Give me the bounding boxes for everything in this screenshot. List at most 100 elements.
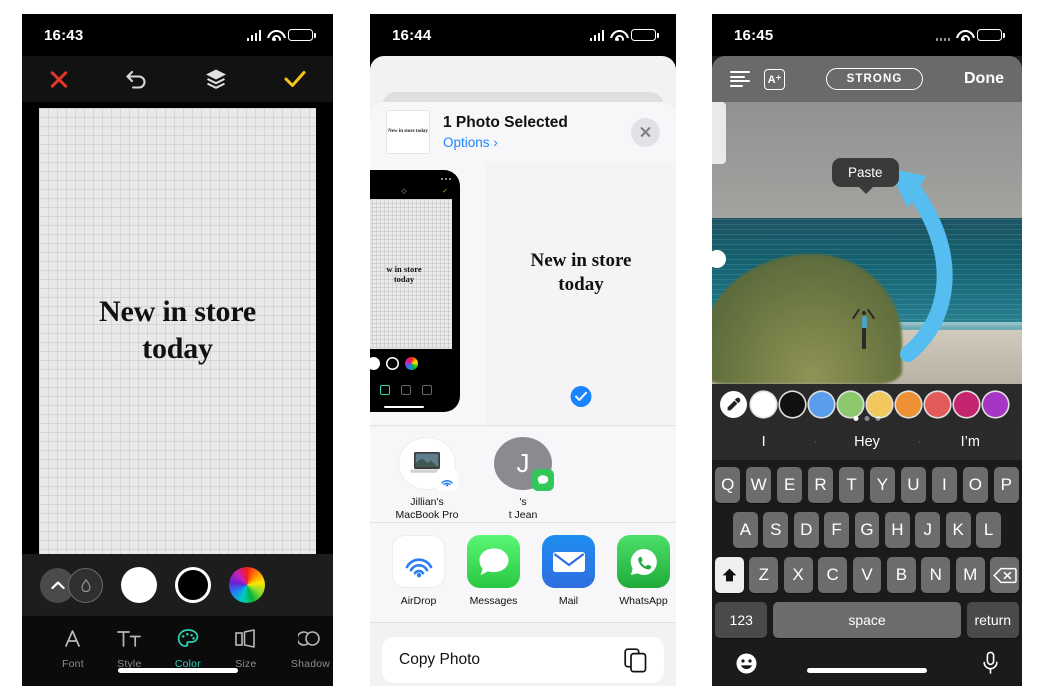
backspace-key[interactable] [990,557,1020,593]
space-key[interactable]: space [772,602,962,638]
prediction-2[interactable]: Hey [815,434,918,450]
key-F[interactable]: F [824,512,850,548]
color-swatch-white[interactable] [751,391,776,417]
close-icon [639,126,652,139]
key-L[interactable]: L [976,512,1002,548]
key-Q[interactable]: Q [714,467,741,503]
messages-badge-icon [532,468,554,491]
key-M[interactable]: M [955,557,985,593]
key-H[interactable]: H [884,512,910,548]
eyedropper-icon[interactable] [720,390,747,418]
design-canvas[interactable]: New in store today [39,108,316,554]
hamburger-icon[interactable] [730,71,750,87]
key-D[interactable]: D [793,512,819,548]
action-copy-photo[interactable]: Copy Photo [382,637,664,683]
color-swatch-orange[interactable] [896,391,921,417]
key-A[interactable]: A [733,512,758,548]
key-B[interactable]: B [886,557,916,593]
color-swatch-yellow[interactable] [867,391,892,417]
airdrop-badge-icon [436,468,458,491]
key-X[interactable]: X [783,557,813,593]
key-T[interactable]: T [838,467,865,503]
close-button[interactable] [48,68,70,90]
color-swatch-blue[interactable] [809,391,834,417]
key-S[interactable]: S [763,512,789,548]
wifi-icon [956,30,971,42]
thumbnail-text: New in store today [388,128,428,134]
prediction-3[interactable]: I’m [918,434,1022,450]
tab-color[interactable]: Color [175,626,201,670]
share-app-whatsapp[interactable]: WhatsApp [617,535,670,622]
key-N[interactable]: N [921,557,951,593]
key-C[interactable]: C [818,557,848,593]
predictive-text-bar: I Hey I’m [712,424,1022,460]
key-Z[interactable]: Z [749,557,779,593]
close-icon [48,68,70,90]
tab-style[interactable]: Style [116,626,142,670]
wifi-icon [267,30,282,42]
shift-key[interactable] [715,557,744,593]
key-O[interactable]: O [962,467,989,503]
emoji-key[interactable] [735,652,758,680]
mini-home-indicator [384,406,424,408]
key-Y[interactable]: Y [869,467,896,503]
tab-shadow[interactable]: Shadow [291,626,330,670]
key-W[interactable]: W [745,467,772,503]
return-key[interactable]: return [966,602,1019,638]
share-app-mail[interactable]: Mail [542,535,595,622]
key-J[interactable]: J [915,512,941,548]
color-swatch-black[interactable] [175,567,211,603]
opacity-button[interactable] [68,567,103,603]
mini-tab-bar [370,377,457,403]
share-options-link[interactable]: Options › [443,135,568,150]
key-P[interactable]: P [993,467,1020,503]
tab-font[interactable]: Font [62,626,84,670]
color-swatch-black[interactable] [780,391,805,417]
key-V[interactable]: V [852,557,882,593]
color-swatch-red[interactable] [925,391,950,417]
color-swatch-green[interactable] [838,391,863,417]
key-E[interactable]: E [776,467,803,503]
key-G[interactable]: G [854,512,880,548]
color-wheel-icon[interactable] [229,567,265,603]
done-button[interactable]: Done [964,70,1004,88]
close-share-sheet-button[interactable] [631,117,660,147]
color-swatch-white[interactable] [121,567,157,603]
color-expand-group[interactable] [40,567,103,603]
confirm-button[interactable] [283,68,307,90]
color-swatch-purple[interactable] [983,391,1008,417]
airdrop-contacts-row: Jillian's MacBook Pro J 's t Jean [370,427,676,523]
layers-button[interactable] [204,67,228,91]
key-R[interactable]: R [807,467,834,503]
prediction-1[interactable]: I [712,434,815,450]
text-size-icon[interactable]: A⁺ [764,68,785,90]
airdrop-target-contact[interactable]: J 's t Jean [488,437,558,522]
color-swatch-magenta[interactable] [954,391,979,417]
tab-size[interactable]: Size [234,626,258,670]
airdrop-target-macbook[interactable]: Jillian's MacBook Pro [392,437,462,522]
paste-tooltip[interactable]: Paste [832,158,899,194]
share-title: 1 Photo Selected [443,114,568,131]
canvas-text[interactable]: New in store today [99,294,256,367]
markup-screen: 16:45 A⁺ STRONG Done Paste I Hey I’m Q W… [712,14,1022,686]
editor-toolbar [22,56,333,102]
key-I[interactable]: I [931,467,958,503]
strength-toggle[interactable]: STRONG [825,68,924,90]
selected-photo-preview[interactable]: New in store today [486,162,676,425]
canvas-area[interactable]: New in store today [22,102,333,554]
app-label: WhatsApp [619,595,668,607]
previous-screenshot-thumbnail[interactable]: ↩◇✓ w in store today [370,170,460,412]
dictation-key[interactable] [982,651,999,680]
color-bar [22,554,333,616]
share-app-airdrop[interactable]: AirDrop [392,535,445,622]
key-K[interactable]: K [945,512,971,548]
numbers-key[interactable]: 123 [715,602,768,638]
undo-button[interactable] [125,68,149,90]
photo-selected-badge[interactable] [570,386,592,407]
status-time: 16:44 [392,26,432,44]
key-U[interactable]: U [900,467,927,503]
share-app-messages[interactable]: Messages [467,535,520,622]
mini-canvas: w in store today [370,199,452,349]
color-page-dots [853,416,881,421]
photo-area[interactable]: Paste [712,102,1022,384]
